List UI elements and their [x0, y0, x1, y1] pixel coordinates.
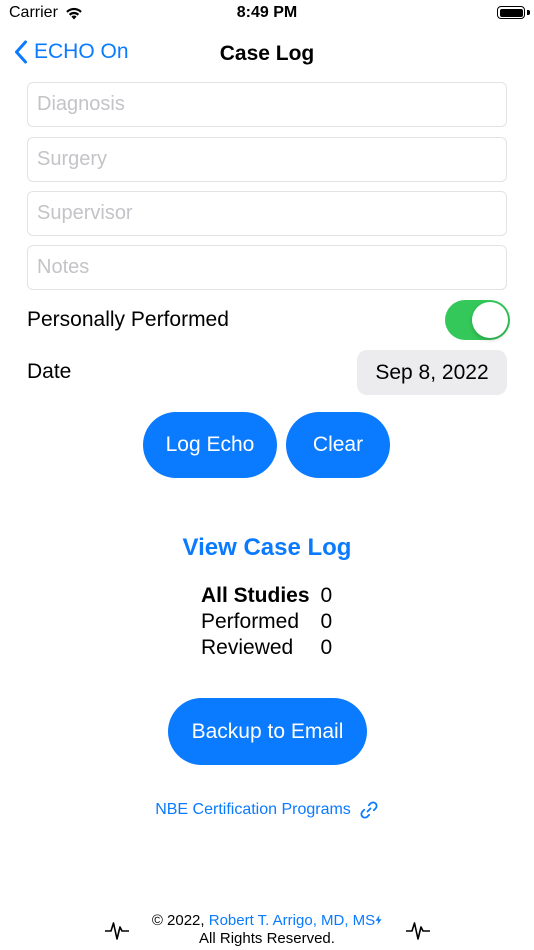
clear-label: Clear [312, 433, 364, 456]
notes-field-container [27, 245, 507, 290]
stat-label: Reviewed [201, 636, 294, 659]
case-stats: All Studies 0 Performed 0 Reviewed 0 [201, 583, 332, 661]
footer-copyright-line: © 2022, Robert T. Arrigo, MD, MS [0, 912, 534, 930]
diagnosis-field[interactable] [28, 83, 506, 126]
stat-value: 0 [320, 636, 333, 659]
stat-label: All Studies [201, 584, 310, 607]
status-time: 8:49 PM [236, 4, 298, 21]
log-echo-button[interactable]: Log Echo [143, 412, 277, 478]
bolt-icon [375, 915, 382, 925]
diagnosis-field-container [27, 82, 507, 127]
battery-icon [497, 6, 525, 19]
stats-table: All Studies 0 Performed 0 Reviewed 0 [201, 583, 332, 661]
toggle-knob [472, 302, 508, 338]
date-value: Sep 8, 2022 [375, 360, 489, 384]
backup-to-email-button[interactable]: Backup to Email [168, 698, 367, 765]
battery-nub [527, 10, 530, 15]
stats-row-all: All Studies 0 [201, 583, 332, 609]
stats-row-performed: Performed 0 [201, 609, 332, 635]
stat-label: Performed [201, 610, 300, 633]
surgery-field-container [27, 137, 507, 182]
nbe-certification-link[interactable]: NBE Certification Programs [0, 800, 534, 820]
view-case-log-button[interactable]: View Case Log [0, 534, 534, 562]
copyright-text: © 2022, [151, 912, 205, 929]
date-picker-button[interactable]: Sep 8, 2022 [357, 350, 507, 395]
footer: © 2022, Robert T. Arrigo, MD, MS All Rig… [0, 912, 534, 948]
link-icon [360, 801, 378, 819]
supervisor-field-container [27, 191, 507, 236]
backup-label: Backup to Email [191, 719, 344, 743]
rights-text: All Rights Reserved. [199, 930, 335, 947]
personally-performed-label: Personally Performed [27, 308, 229, 331]
battery-fill [499, 8, 523, 17]
supervisor-field[interactable] [28, 192, 506, 235]
surgery-field[interactable] [28, 138, 506, 181]
nbe-link-label: NBE Certification Programs [155, 801, 351, 818]
stat-value: 0 [320, 610, 333, 633]
date-label: Date [27, 360, 72, 383]
author-link[interactable]: Robert T. Arrigo, MD, MS [209, 912, 375, 929]
stats-row-reviewed: Reviewed 0 [201, 635, 332, 661]
log-echo-label: Log Echo [165, 433, 255, 456]
page-title: Case Log [219, 42, 315, 65]
personally-performed-toggle[interactable] [445, 300, 510, 340]
clear-button[interactable]: Clear [286, 412, 390, 478]
notes-field[interactable] [28, 246, 506, 289]
stat-value: 0 [320, 584, 333, 607]
